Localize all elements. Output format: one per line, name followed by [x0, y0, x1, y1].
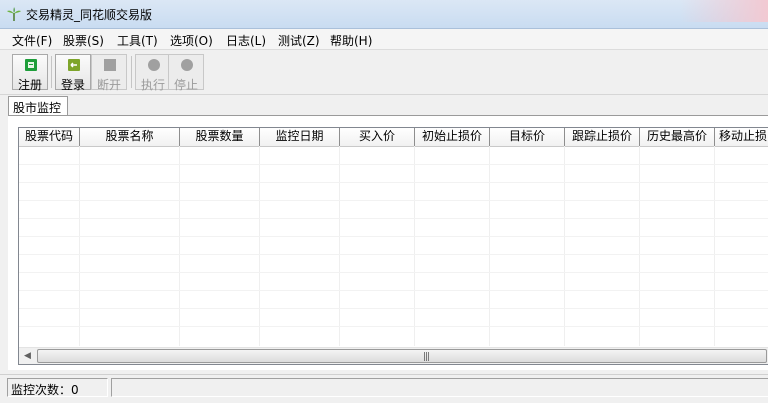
disconnect-icon [104, 59, 116, 71]
column-header[interactable]: 买入价 [340, 128, 415, 146]
grip-icon: ||| [423, 352, 430, 362]
menu-log[interactable]: 日志(L) [226, 32, 266, 49]
status-panel-count: 监控次数：0 [7, 378, 108, 397]
disconnect-label: 断开 [96, 78, 121, 92]
scroll-left-arrow-icon[interactable]: ◀ [19, 348, 36, 364]
app-logo-icon [7, 7, 21, 21]
column-header[interactable]: 股票名称 [80, 128, 180, 146]
column-header[interactable]: 股票代码 [19, 128, 80, 146]
toolbar: 注册 登录 断开 执行 停止 [0, 50, 768, 95]
grid-line [259, 146, 260, 346]
stop-label: 停止 [173, 78, 198, 92]
grid-line [639, 146, 640, 346]
scrollbar-thumb[interactable]: ||| [37, 349, 767, 363]
tab-label: 股市监控 [13, 101, 62, 115]
login-icon [68, 59, 80, 71]
column-header[interactable]: 移动止损 [715, 128, 768, 146]
table-header: 股票代码 股票名称 股票数量 监控日期 买入价 初始止损价 目标价 跟踪止损价 … [19, 128, 768, 147]
horizontal-scrollbar[interactable]: ◀ ||| [19, 347, 768, 364]
register-icon [25, 59, 37, 71]
title-bar[interactable]: 交易精灵_同花顺交易版 [0, 0, 768, 29]
execute-button[interactable]: 执行 [135, 54, 171, 92]
menu-help[interactable]: 帮助(H) [330, 32, 372, 49]
menu-options[interactable]: 选项(O) [170, 32, 213, 49]
column-header[interactable]: 跟踪止损价 [565, 128, 640, 146]
menu-file[interactable]: 文件(F) [12, 32, 52, 49]
login-button[interactable]: 登录 [55, 54, 91, 92]
grid-line [489, 146, 490, 346]
column-header[interactable]: 初始止损价 [415, 128, 490, 146]
status-panel-message [111, 378, 768, 397]
grid-line [179, 146, 180, 346]
grid-line [19, 164, 768, 165]
grid-line [19, 218, 768, 219]
main-window: 交易精灵_同花顺交易版 文件(F) 股票(S) 工具(T) 选项(O) 日志(L… [0, 0, 768, 403]
column-header[interactable]: 股票数量 [180, 128, 260, 146]
monitor-table[interactable]: 股票代码 股票名称 股票数量 监控日期 买入价 初始止损价 目标价 跟踪止损价 … [18, 127, 768, 365]
stop-icon [181, 59, 193, 71]
grid-line [19, 236, 768, 237]
grid-line [19, 200, 768, 201]
grid-line [19, 182, 768, 183]
grid-line [19, 254, 768, 255]
disconnect-button[interactable]: 断开 [91, 54, 127, 92]
register-label: 注册 [17, 78, 42, 92]
grid-line [19, 290, 768, 291]
menu-tools[interactable]: 工具(T) [117, 32, 158, 49]
grid-line [414, 146, 415, 346]
column-header[interactable]: 历史最高价 [640, 128, 715, 146]
status-bar: 监控次数：0 [0, 374, 768, 403]
execute-label: 执行 [140, 78, 165, 92]
window-title: 交易精灵_同花顺交易版 [26, 8, 153, 22]
login-label: 登录 [60, 78, 85, 92]
stop-button[interactable]: 停止 [168, 54, 204, 92]
grid-line [19, 326, 768, 327]
grid-line [714, 146, 715, 346]
toolbar-separator [51, 56, 52, 88]
menu-test[interactable]: 测试(Z) [278, 32, 320, 49]
monitor-count-text: 监控次数：0 [11, 383, 79, 397]
grid-line [19, 272, 768, 273]
column-header[interactable]: 监控日期 [260, 128, 340, 146]
grid-line [564, 146, 565, 346]
grid-line [339, 146, 340, 346]
register-button[interactable]: 注册 [12, 54, 48, 92]
tab-stock-monitor[interactable]: 股市监控 [8, 96, 68, 115]
execute-icon [148, 59, 160, 71]
menu-stock[interactable]: 股票(S) [63, 32, 104, 49]
grid-line [19, 308, 768, 309]
column-header[interactable]: 目标价 [490, 128, 565, 146]
toolbar-separator [131, 56, 132, 88]
grid-line [79, 146, 80, 346]
menu-bar: 文件(F) 股票(S) 工具(T) 选项(O) 日志(L) 测试(Z) 帮助(H… [0, 29, 768, 50]
window-controls[interactable] [680, 0, 768, 22]
